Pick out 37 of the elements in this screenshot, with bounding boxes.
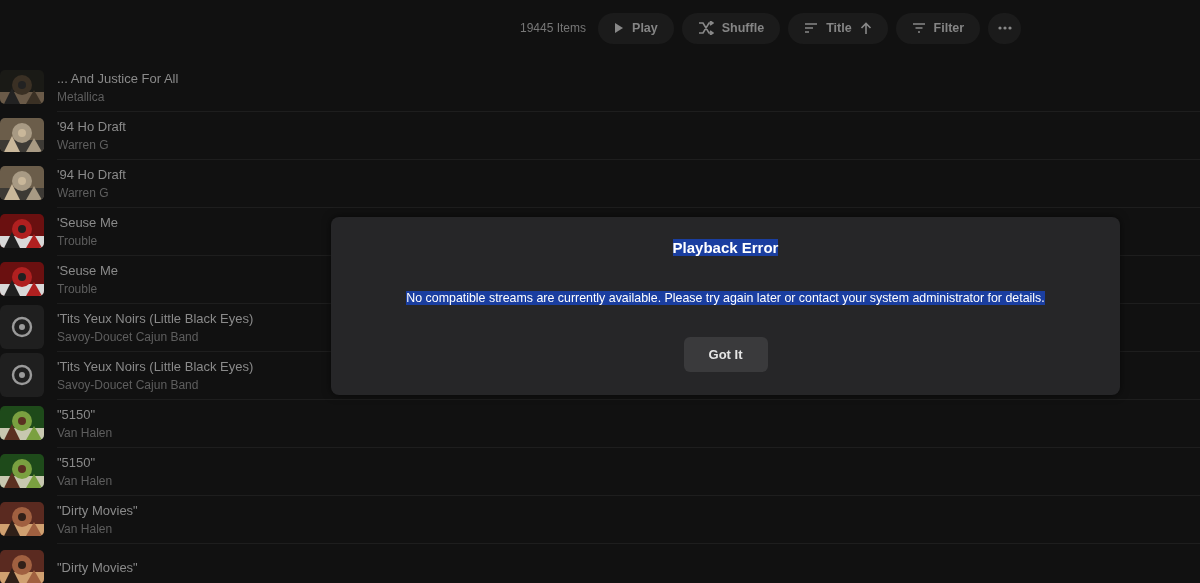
disc-icon (11, 364, 33, 386)
track-title[interactable]: '94 Ho Draft (57, 166, 126, 182)
track-title[interactable]: "5150" (57, 454, 113, 470)
shuffle-icon (697, 21, 714, 35)
more-icon (997, 26, 1012, 30)
sort-button[interactable]: Title (788, 12, 888, 44)
more-button[interactable] (988, 12, 1022, 44)
track-artist[interactable]: Trouble (57, 233, 118, 248)
track-artist[interactable]: Metallica (57, 89, 179, 104)
track-title[interactable]: 'Seuse Me (57, 262, 118, 278)
track-artist[interactable]: Warren G (57, 185, 126, 200)
play-icon (614, 22, 625, 34)
got-it-button[interactable]: Got It (683, 337, 768, 372)
disc-icon (11, 316, 33, 338)
track-title[interactable]: "Dirty Movies" (57, 559, 138, 575)
track-artist[interactable]: Savoy-Doucet Cajun Band (57, 329, 254, 344)
item-count: 19445 Items (520, 21, 587, 35)
track-title[interactable]: '94 Ho Draft (57, 118, 126, 134)
track-title[interactable]: 'Tits Yeux Noirs (Little Black Eyes) (57, 310, 254, 326)
track-artist[interactable]: Van Halen (57, 473, 113, 488)
track-title[interactable]: ... And Justice For All (57, 70, 179, 86)
dialog-message: No compatible streams are currently available. Please try again later or contact your system administrator for details. (406, 291, 1045, 305)
track-artist[interactable]: Savoy-Doucet Cajun Band (57, 377, 254, 392)
sort-icon (804, 22, 819, 34)
track-artist[interactable]: Warren G (57, 137, 126, 152)
shuffle-button[interactable]: Shuffle (681, 12, 781, 44)
filter-button[interactable]: Filter (895, 12, 981, 44)
track-artist[interactable]: Trouble (57, 281, 118, 296)
track-artist[interactable]: Van Halen (57, 521, 138, 536)
track-title[interactable]: 'Tits Yeux Noirs (Little Black Eyes) (57, 358, 254, 374)
filter-icon (911, 22, 926, 34)
dialog-title: Playback Error (672, 239, 779, 256)
track-title[interactable]: "Dirty Movies" (57, 502, 138, 518)
track-artist[interactable]: Van Halen (57, 425, 113, 440)
play-button[interactable]: Play (598, 12, 674, 44)
track-title[interactable]: "5150" (57, 406, 113, 422)
track-title[interactable]: 'Seuse Me (57, 214, 118, 230)
